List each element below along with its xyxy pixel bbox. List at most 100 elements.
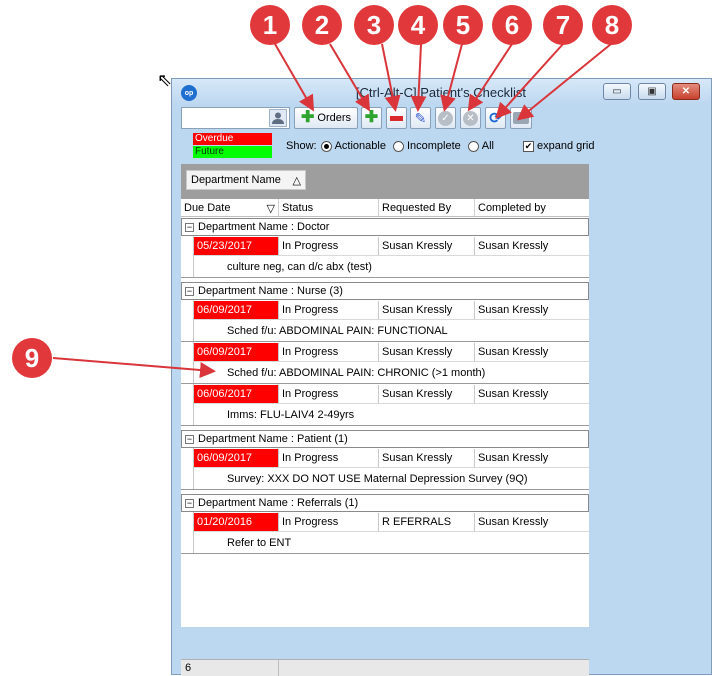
- mouse-cursor-icon: ⇖: [157, 70, 173, 90]
- grid-header: Due Date ▽ Status Requested By Completed…: [181, 199, 589, 217]
- status-cell: In Progress: [279, 513, 379, 532]
- due-date-cell: 06/09/2017: [194, 343, 279, 362]
- show-label: Show:: [286, 140, 317, 152]
- refresh-button[interactable]: ⟳: [485, 107, 506, 129]
- requested-by-cell: Susan Kressly: [379, 237, 475, 256]
- due-date-cell: 06/09/2017: [194, 449, 279, 468]
- callout-5: 5: [443, 5, 483, 45]
- cancel-circle-icon: ✕: [463, 110, 478, 126]
- column-requested-by[interactable]: Requested By: [379, 199, 475, 216]
- due-date-cell: 05/23/2017: [194, 237, 279, 256]
- completed-by-cell: Susan Kressly: [475, 237, 589, 256]
- expand-grid-checkbox[interactable]: ✔ expand grid: [523, 140, 595, 152]
- table-row[interactable]: 06/09/2017 In Progress Susan Kressly Sus…: [181, 448, 589, 490]
- maximize-button[interactable]: ▣: [638, 83, 666, 100]
- column-status[interactable]: Status: [279, 199, 379, 216]
- status-cell: In Progress: [279, 385, 379, 404]
- group-by-panel: Department Name △: [181, 164, 589, 199]
- cancel-item-button[interactable]: ✕: [460, 107, 481, 129]
- collapse-icon[interactable]: −: [185, 222, 194, 232]
- radio-icon[interactable]: [467, 140, 479, 152]
- patient-selector-input[interactable]: [181, 107, 290, 129]
- callout-8: 8: [592, 5, 632, 45]
- group-row-doctor[interactable]: − Department Name : Doctor: [181, 218, 589, 236]
- table-row[interactable]: 01/20/2016 In Progress R EFERRALS Susan …: [181, 512, 589, 554]
- requested-by-cell: Susan Kressly: [379, 301, 475, 320]
- callout-9: 9: [12, 338, 52, 378]
- radio-icon[interactable]: [392, 140, 404, 152]
- completed-by-cell: Susan Kressly: [475, 513, 589, 532]
- check-circle-icon: ✓: [438, 110, 453, 126]
- grid-body: − Department Name : Doctor 05/23/2017 In…: [181, 218, 589, 554]
- status-cell: In Progress: [279, 449, 379, 468]
- pencil-icon: ✎: [414, 109, 427, 126]
- table-row[interactable]: 06/06/2017 In Progress Susan Kressly Sus…: [181, 384, 589, 426]
- radio-incomplete-label: Incomplete: [406, 140, 461, 152]
- description-cell: Refer to ENT: [227, 537, 292, 549]
- legend-future: Future: [193, 146, 272, 158]
- table-row[interactable]: 05/23/2017 In Progress Susan Kressly Sus…: [181, 236, 589, 278]
- orders-button[interactable]: ✚ Orders: [294, 107, 358, 129]
- window-title: [Ctrl-Alt-C] Patient's Checklist: [355, 85, 526, 100]
- callout-6: 6: [492, 5, 532, 45]
- radio-all-label: All: [481, 140, 494, 152]
- sort-ascending-icon[interactable]: △: [293, 174, 301, 187]
- radio-actionable-label: Actionable: [334, 140, 386, 152]
- table-row[interactable]: 06/09/2017 In Progress Susan Kressly Sus…: [181, 342, 589, 384]
- group-chip-label: Department Name: [191, 174, 281, 186]
- requested-by-cell: Susan Kressly: [379, 449, 475, 468]
- completed-by-cell: Susan Kressly: [475, 301, 589, 320]
- minimize-button[interactable]: ▭: [603, 83, 631, 100]
- close-button[interactable]: ✕: [672, 83, 700, 100]
- patients-checklist-window: op [Ctrl-Alt-C] Patient's Checklist ▭ ▣ …: [171, 78, 712, 676]
- callout-7: 7: [543, 5, 583, 45]
- collapse-icon[interactable]: −: [185, 434, 194, 444]
- group-row-nurse[interactable]: − Department Name : Nurse (3): [181, 282, 589, 300]
- refresh-icon: ⟳: [489, 110, 502, 127]
- completed-by-cell: Susan Kressly: [475, 385, 589, 404]
- edit-item-button[interactable]: ✎: [410, 107, 431, 129]
- toolbar: ✚ Orders ✚ ✎ ✓ ✕ ⟳: [181, 106, 701, 130]
- radio-incomplete[interactable]: Incomplete: [392, 140, 461, 152]
- add-item-button[interactable]: ✚: [361, 107, 382, 129]
- group-row-referrals[interactable]: − Department Name : Referrals (1): [181, 494, 589, 512]
- expand-grid-label: expand grid: [537, 140, 595, 152]
- plus-icon: ✚: [364, 109, 379, 126]
- due-date-cell: 01/20/2016: [194, 513, 279, 532]
- orders-button-label: Orders: [317, 112, 352, 124]
- column-due-date[interactable]: Due Date ▽: [181, 199, 279, 216]
- group-row-patient[interactable]: − Department Name : Patient (1): [181, 430, 589, 448]
- requested-by-cell: R EFERRALS: [379, 513, 475, 532]
- group-label: Department Name : Nurse (3): [198, 285, 343, 297]
- group-by-department-chip[interactable]: Department Name △: [186, 170, 306, 190]
- callout-3: 3: [354, 5, 394, 45]
- legend-overdue: Overdue: [193, 133, 272, 145]
- column-completed-by[interactable]: Completed by: [475, 199, 589, 216]
- radio-actionable[interactable]: Actionable: [320, 140, 386, 152]
- group-label: Department Name : Doctor: [198, 221, 330, 233]
- table-row[interactable]: 06/09/2017 In Progress Susan Kressly Sus…: [181, 300, 589, 342]
- group-label: Department Name : Patient (1): [198, 433, 348, 445]
- checkmark-icon[interactable]: ✔: [523, 140, 534, 152]
- show-filter: Show: Actionable Incomplete All ✔ expand…: [286, 140, 598, 152]
- grid-footer: 6: [181, 659, 589, 676]
- remove-item-button[interactable]: [386, 107, 407, 129]
- printer-icon: [513, 112, 529, 124]
- print-button[interactable]: [510, 107, 532, 129]
- collapse-icon[interactable]: −: [185, 286, 194, 296]
- status-cell: In Progress: [279, 343, 379, 362]
- collapse-icon[interactable]: −: [185, 498, 194, 508]
- description-cell: culture neg, can d/c abx (test): [227, 261, 372, 273]
- status-cell: In Progress: [279, 237, 379, 256]
- callout-1: 1: [250, 5, 290, 45]
- filter-icon[interactable]: ▽: [267, 202, 275, 215]
- radio-selected-icon[interactable]: [320, 140, 332, 152]
- complete-item-button[interactable]: ✓: [435, 107, 456, 129]
- row-count: 6: [181, 660, 279, 676]
- group-label: Department Name : Referrals (1): [198, 497, 359, 509]
- minus-icon: [390, 115, 403, 121]
- radio-all[interactable]: All: [467, 140, 494, 152]
- description-cell: Sched f/u: ABDOMINAL PAIN: CHRONIC (>1 m…: [227, 367, 486, 379]
- user-lookup-icon[interactable]: [269, 109, 287, 127]
- checklist-grid: Due Date ▽ Status Requested By Completed…: [181, 199, 589, 627]
